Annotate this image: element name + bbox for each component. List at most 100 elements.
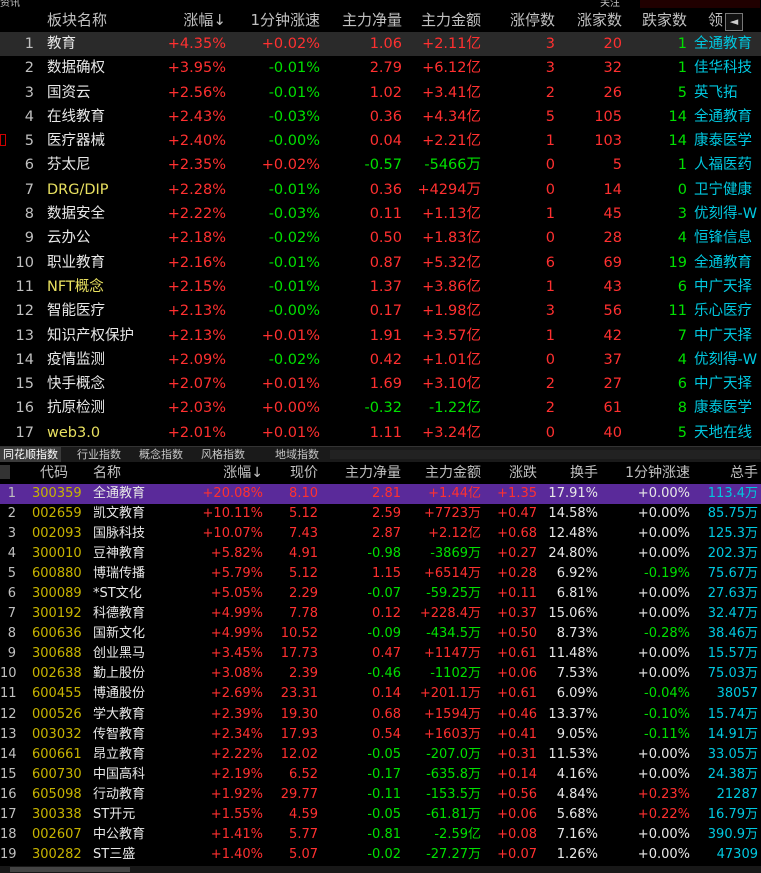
sector-leader[interactable]: 优刻得-W (694, 202, 761, 226)
table-row[interactable]: 19 300282 ST三盛 +1.40% 5.07 -0.02 -27.27万 +0.07 1… (0, 845, 761, 865)
col-net-flow[interactable]: 主力净量 (330, 8, 402, 32)
table-row[interactable]: 6 芬太尼 +2.35% +0.02% -0.57 -5466万 0 5 1 人福医药 (0, 153, 761, 177)
col-stock-speed[interactable]: 1分钟涨速 (612, 463, 690, 484)
table-row[interactable]: 14 疫情监测 +2.09% -0.02% 0.42 +1.01亿 0 37 4 优刻得-W (0, 348, 761, 372)
sector-name[interactable]: web3.0 (47, 421, 172, 445)
sector-leader[interactable]: 中广天择 (694, 372, 761, 396)
table-row[interactable]: 18 002607 中公教育 +1.41% 5.77 -0.81 -2.59亿 +0.08 7.… (0, 825, 761, 845)
stock-name[interactable]: 博通股份 (93, 684, 183, 704)
stock-name[interactable]: 全通教育 (93, 484, 183, 504)
table-row[interactable]: 13 知识产权保护 +2.13% +0.01% 1.91 +3.57亿 1 42 7 中广天择 (0, 324, 761, 348)
stock-code[interactable]: 300282 (32, 845, 88, 865)
sector-name[interactable]: 抗原检测 (47, 396, 172, 420)
sector-name[interactable]: 教育 (47, 32, 172, 56)
col-limit-up[interactable]: 涨停数 (490, 8, 555, 32)
stock-code[interactable]: 300010 (32, 544, 88, 564)
sector-name[interactable]: 疫情监测 (47, 348, 172, 372)
stock-name[interactable]: 国脉科技 (93, 524, 183, 544)
sector-leader[interactable]: 优刻得-W (694, 348, 761, 372)
stock-name[interactable]: 豆神教育 (93, 544, 183, 564)
stock-code[interactable]: 600661 (32, 745, 88, 765)
stock-code[interactable]: 000526 (32, 705, 88, 725)
table-row[interactable]: 7 DRG/DIP +2.28% -0.01% 0.36 +4294万 0 14 0 卫宁健康 (0, 178, 761, 202)
col-name[interactable]: 板块名称 (47, 8, 172, 32)
sector-leader[interactable]: 全通教育 (694, 32, 761, 56)
table-row[interactable]: 6 300089 *ST文化 +5.05% 2.29 -0.07 -59.25万 +0.11 6… (0, 584, 761, 604)
tab-industry-index[interactable]: 行业指数 (74, 447, 124, 462)
table-row[interactable]: 16 605098 行动教育 +1.92% 29.77 -0.11 -153.5万 +0.56… (0, 785, 761, 805)
collapse-icon[interactable]: ◄ (725, 13, 743, 31)
table-row[interactable]: 2 002659 凯文教育 +10.11% 5.12 2.59 +7723万 +0.47 14.… (0, 504, 761, 524)
sector-leader[interactable]: 中广天择 (694, 324, 761, 348)
table-row[interactable]: 9 300688 创业黑马 +3.45% 17.73 0.47 +1147万 +0.61 11.… (0, 644, 761, 664)
col-stock-net-flow[interactable]: 主力净量 (330, 463, 401, 484)
stock-name[interactable]: 中公教育 (93, 825, 183, 845)
stock-code[interactable]: 002093 (32, 524, 88, 544)
sector-name[interactable]: 国资云 (47, 81, 172, 105)
sector-name[interactable]: 在线教育 (47, 105, 172, 129)
col-price[interactable]: 现价 (268, 463, 318, 484)
table-row[interactable]: 4 在线教育 +2.43% -0.03% 0.36 +4.34亿 5 105 14 全通教育 (0, 105, 761, 129)
tab-scrollbar[interactable] (330, 450, 760, 459)
tab-region-index[interactable]: 地域指数 (272, 447, 322, 462)
col-amount[interactable]: 主力金额 (405, 8, 481, 32)
sector-leader[interactable]: 卫宁健康 (694, 178, 761, 202)
table-row[interactable]: 7 300192 科德教育 +4.99% 7.78 0.12 +228.4万 +0.37 15.… (0, 604, 761, 624)
sector-name[interactable]: 云办公 (47, 226, 172, 250)
col-down-count[interactable]: 跌家数 (630, 8, 687, 32)
stock-name[interactable]: 勤上股份 (93, 664, 183, 684)
stock-name[interactable]: ST三盛 (93, 845, 183, 865)
table-row[interactable]: 17 300338 ST开元 +1.55% 4.59 -0.05 -61.81万 +0.06 5… (0, 805, 761, 825)
table-row[interactable]: 14 600661 昂立教育 +2.22% 12.02 -0.05 -207.0万 +0.31… (0, 745, 761, 765)
table-row[interactable]: 4 300010 豆神教育 +5.82% 4.91 -0.98 -3869万 +0.27 24.… (0, 544, 761, 564)
sector-leader[interactable]: 人福医药 (694, 153, 761, 177)
table-row[interactable]: 5 医疗器械 +2.40% -0.00% 0.04 +2.21亿 1 103 14 康泰医学 (0, 129, 761, 153)
stock-name[interactable]: ST开元 (93, 805, 183, 825)
stock-name[interactable]: 博瑞传播 (93, 564, 183, 584)
stock-code[interactable]: 605098 (32, 785, 88, 805)
sector-name[interactable]: NFT概念 (47, 275, 172, 299)
table-row[interactable]: 9 云办公 +2.18% -0.02% 0.50 +1.83亿 0 28 4 恒锋信息 (0, 226, 761, 250)
sector-leader[interactable]: 乐心医疗 (694, 299, 761, 323)
tab-ths-index[interactable]: 同花顺指数 (0, 447, 61, 462)
col-diff[interactable]: 涨跌 (488, 463, 537, 484)
table-row[interactable]: 13 003032 传智教育 +2.34% 17.93 0.54 +1603万 +0.41 9.… (0, 725, 761, 745)
stock-code[interactable]: 600636 (32, 624, 88, 644)
col-up-count[interactable]: 涨家数 (570, 8, 622, 32)
col-stock-name[interactable]: 名称 (93, 463, 183, 484)
stock-name[interactable]: *ST文化 (93, 584, 183, 604)
sector-name[interactable]: 医疗器械 (47, 129, 172, 153)
stock-code[interactable]: 300688 (32, 644, 88, 664)
sector-leader[interactable]: 全通教育 (694, 105, 761, 129)
stock-code[interactable]: 600880 (32, 564, 88, 584)
table-row[interactable]: 16 抗原检测 +2.03% +0.00% -0.32 -1.22亿 2 61 8 康泰医学 (0, 396, 761, 420)
horizontal-scrollbar[interactable] (0, 866, 761, 873)
stock-name[interactable]: 学大教育 (93, 705, 183, 725)
stock-code[interactable]: 600455 (32, 684, 88, 704)
table-row[interactable]: 8 数据安全 +2.22% -0.03% 0.11 +1.13亿 1 45 3 优刻得-W (0, 202, 761, 226)
stock-name[interactable]: 国新文化 (93, 624, 183, 644)
stock-name[interactable]: 中国高科 (93, 765, 183, 785)
scrollbar-thumb[interactable] (10, 867, 130, 872)
tab-style-index[interactable]: 风格指数 (198, 447, 248, 462)
tab-concept-index[interactable]: 概念指数 (136, 447, 186, 462)
table-row[interactable]: 5 600880 博瑞传播 +5.79% 5.12 1.15 +6514万 +0.28 6.92… (0, 564, 761, 584)
stock-code[interactable]: 002607 (32, 825, 88, 845)
sector-leader[interactable]: 英飞拓 (694, 81, 761, 105)
stock-code[interactable]: 002659 (32, 504, 88, 524)
sector-name[interactable]: 数据安全 (47, 202, 172, 226)
stock-name[interactable]: 行动教育 (93, 785, 183, 805)
stock-code[interactable]: 300359 (32, 484, 88, 504)
stock-name[interactable]: 凯文教育 (93, 504, 183, 524)
sector-name[interactable]: 快手概念 (47, 372, 172, 396)
table-row[interactable]: 12 000526 学大教育 +2.39% 19.30 0.68 +1594万 +0.46 13… (0, 705, 761, 725)
sector-leader[interactable]: 全通教育 (694, 251, 761, 275)
table-row[interactable]: 3 国资云 +2.56% -0.01% 1.02 +3.41亿 2 26 5 英飞拓 (0, 81, 761, 105)
table-row[interactable]: 1 教育 +4.35% +0.02% 1.06 +2.11亿 3 20 1 全通教育 (0, 32, 761, 57)
table-row[interactable]: 10 职业教育 +2.16% -0.01% 0.87 +5.32亿 6 69 19 全通教育 (0, 251, 761, 275)
stock-code[interactable]: 300192 (32, 604, 88, 624)
sector-leader[interactable]: 康泰医学 (694, 129, 761, 153)
table-row[interactable]: 12 智能医疗 +2.13% -0.00% 0.17 +1.98亿 3 56 11 乐心医疗 (0, 299, 761, 323)
table-row[interactable]: 11 NFT概念 +2.15% -0.01% 1.37 +3.86亿 1 43 6 中广天择 (0, 275, 761, 299)
sector-leader[interactable]: 康泰医学 (694, 396, 761, 420)
